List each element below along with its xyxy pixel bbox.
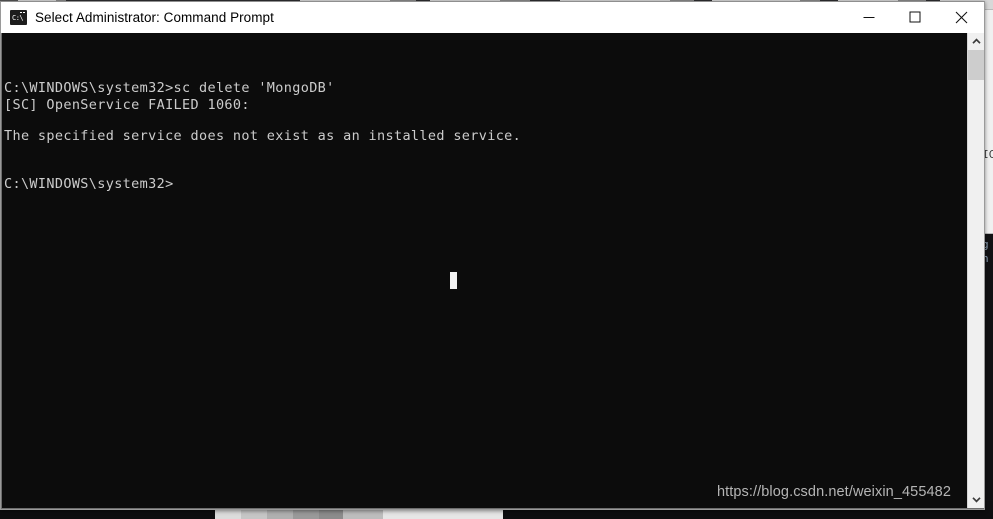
minimize-button[interactable] (846, 2, 892, 32)
window-title-bar[interactable]: C:\ Select Administrator: Command Prompt (1, 2, 984, 33)
close-button[interactable] (938, 2, 984, 32)
window-title: Select Administrator: Command Prompt (35, 9, 274, 25)
background-bottom-strip (0, 510, 993, 519)
scroll-up-button[interactable] (968, 33, 984, 50)
text-cursor-icon (450, 272, 457, 289)
console-line: [SC] OpenService FAILED 1060: (4, 97, 250, 113)
watermark-text: https://blog.csdn.net/weixin_455482 (716, 484, 951, 500)
console-line: C:\WINDOWS\system32>sc delete 'MongoDB' (4, 80, 335, 96)
window-controls[interactable] (846, 2, 984, 32)
maximize-button[interactable] (892, 2, 938, 32)
console-scrollbar[interactable] (967, 33, 984, 508)
command-prompt-window[interactable]: C:\ Select Administrator: Command Prompt (0, 1, 985, 510)
scroll-down-button[interactable] (968, 491, 984, 508)
chevron-up-icon (971, 38, 981, 44)
console-line: C:\WINDOWS\system32> (4, 176, 174, 192)
console-client-area[interactable]: C:\WINDOWS\system32>sc delete 'MongoDB' … (1, 33, 984, 509)
chevron-down-icon (971, 497, 981, 503)
console-icon: C:\ (10, 9, 27, 25)
scroll-thumb[interactable] (968, 50, 984, 80)
console-line: The specified service does not exist as … (4, 128, 522, 144)
scroll-track[interactable] (968, 50, 984, 491)
console-icon-glyph: C:\ (12, 13, 24, 22)
console-output[interactable]: C:\WINDOWS\system32>sc delete 'MongoDB' … (2, 33, 967, 508)
